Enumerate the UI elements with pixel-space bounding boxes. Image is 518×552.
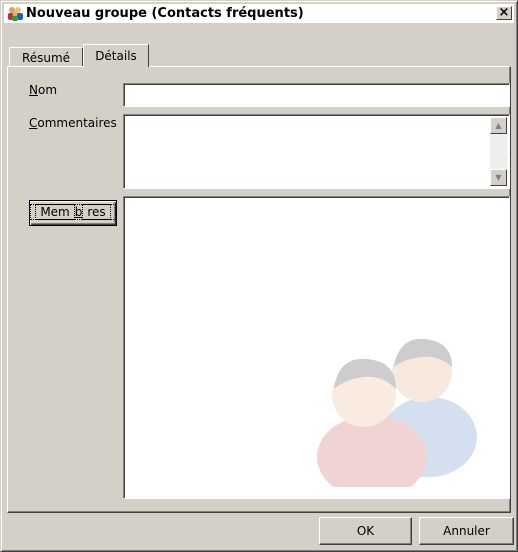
tab-details[interactable]: Détails (83, 44, 149, 67)
membres-button[interactable]: Mem b res (29, 200, 117, 226)
membres-button-label: Mem b res (30, 204, 116, 220)
close-button[interactable]: × (496, 6, 512, 20)
tab-resume[interactable]: Résumé (9, 47, 83, 66)
scroll-down-icon[interactable]: ▼ (490, 169, 507, 186)
window-title: Nouveau groupe (Contacts fréquents) (26, 6, 304, 21)
title-bar[interactable]: Nouveau groupe (Contacts fréquents) × (4, 4, 514, 23)
cancel-button[interactable]: Annuler (419, 517, 514, 545)
two-people-icon (304, 317, 494, 498)
dialog-window: Nouveau groupe (Contacts fréquents) × Ré… (0, 0, 518, 552)
close-icon: × (498, 5, 510, 20)
ok-button[interactable]: OK (319, 517, 412, 545)
group-contacts-icon (7, 5, 24, 22)
members-list[interactable] (123, 196, 510, 499)
nom-label: Nom (29, 83, 58, 97)
scroll-up-icon[interactable]: ▲ (490, 117, 507, 134)
commentaires-field[interactable]: ▲ ▼ (123, 114, 510, 189)
commentaires-scrollbar[interactable]: ▲ ▼ (490, 117, 507, 186)
nom-field[interactable] (123, 83, 510, 107)
commentaires-label: Commentaires (29, 116, 117, 130)
